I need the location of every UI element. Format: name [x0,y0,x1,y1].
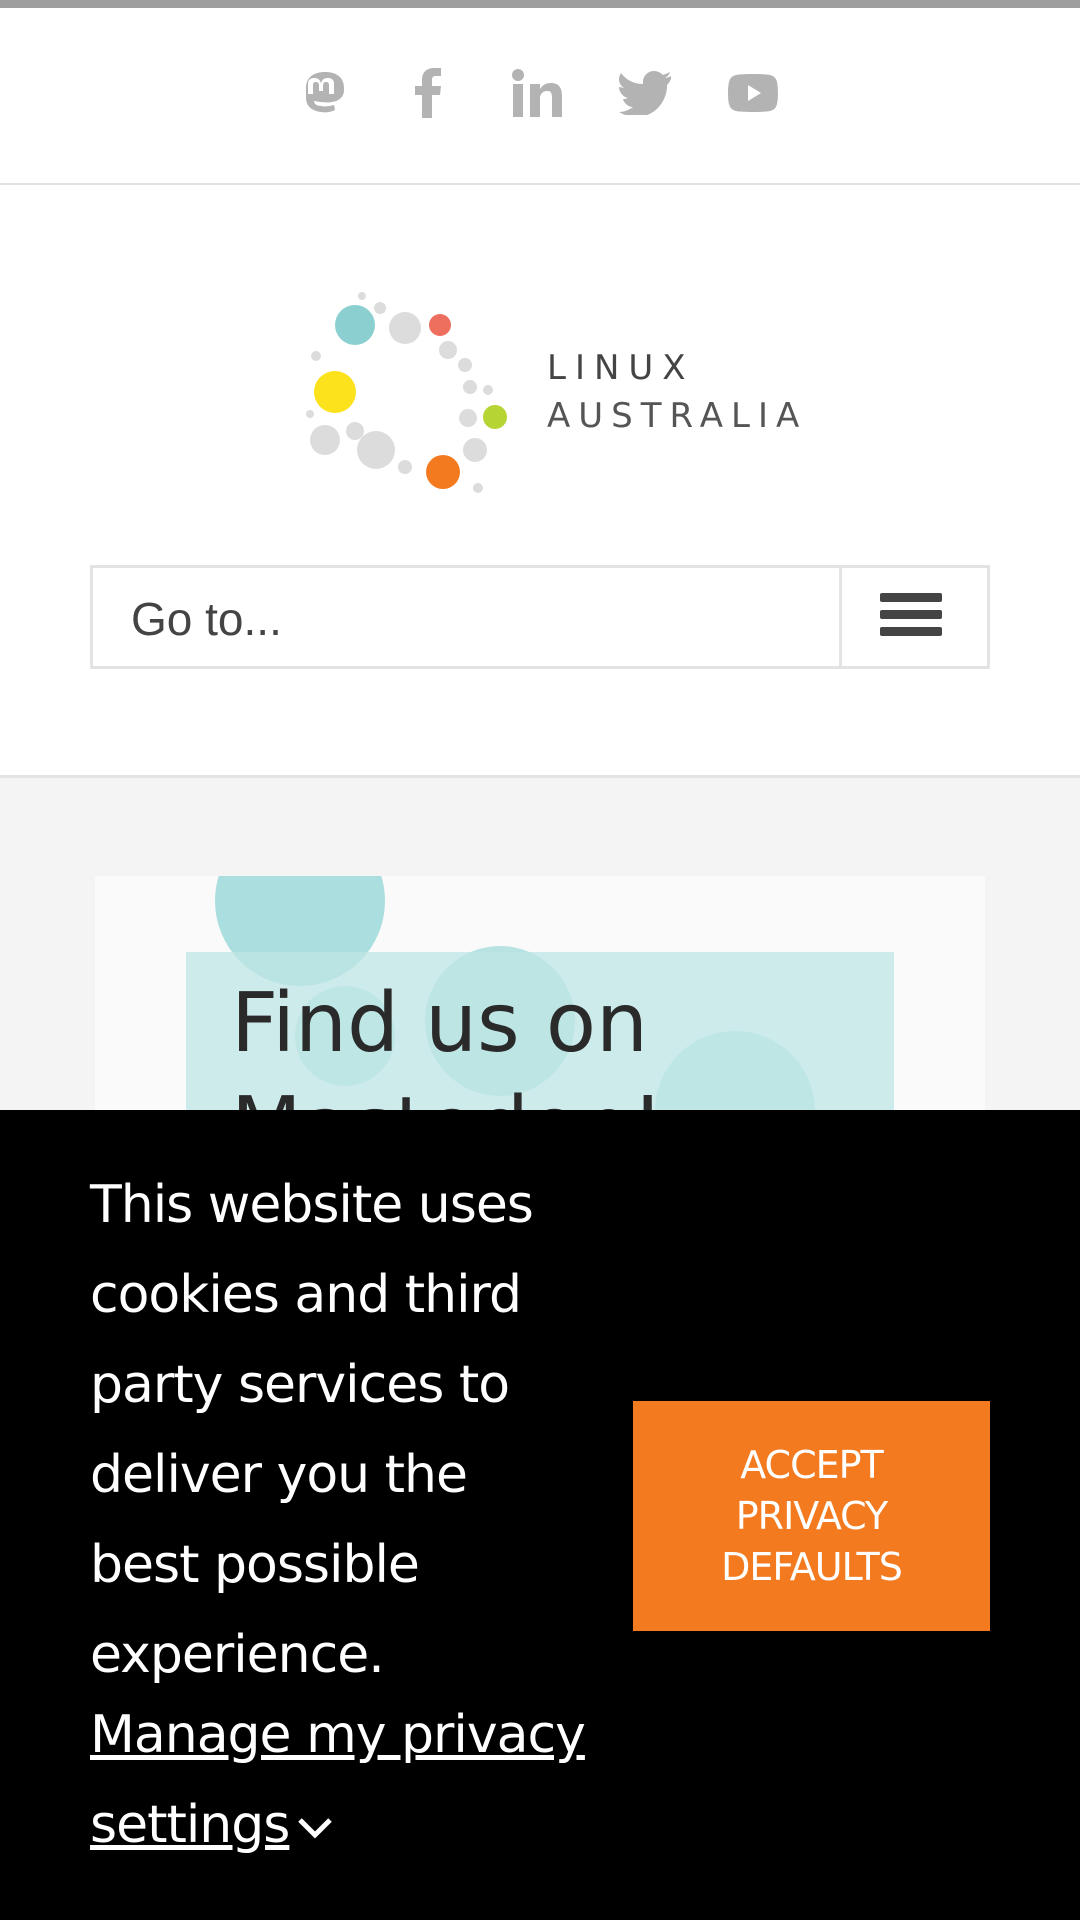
chevron-down-icon [298,1818,333,1839]
facebook-icon[interactable] [393,58,463,128]
twitter-icon[interactable] [610,58,680,128]
cookie-banner: This website uses cookies and third part… [0,1110,1080,1920]
linux-australia-logo[interactable]: LINUX AUSTRALIA [300,290,799,510]
top-accent-bar [0,0,1080,8]
logo-text-linux: LINUX [547,348,695,388]
goto-menu-label: Go to... [131,593,282,645]
manage-privacy-settings-label: Manage my privacy settings [90,1705,586,1855]
social-links-bar [0,8,1080,185]
youtube-icon[interactable] [718,58,788,128]
manage-privacy-settings-link[interactable]: Manage my privacy settings [90,1690,590,1870]
mastodon-icon[interactable] [290,58,360,128]
cookie-message: This website uses cookies and third part… [90,1175,534,1685]
hamburger-icon[interactable] [839,568,987,666]
logo-text-australia: AUSTRALIA [547,396,808,436]
logo-circle-mark [306,292,507,493]
accept-privacy-defaults-button[interactable]: ACCEPT PRIVACY DEFAULTS [633,1401,990,1631]
goto-menu-select[interactable]: Go to... [90,565,990,669]
site-header: LINUX AUSTRALIA Go to... [0,185,1080,778]
accept-button-label: ACCEPT PRIVACY DEFAULTS [721,1442,903,1589]
linkedin-icon[interactable] [502,58,572,128]
